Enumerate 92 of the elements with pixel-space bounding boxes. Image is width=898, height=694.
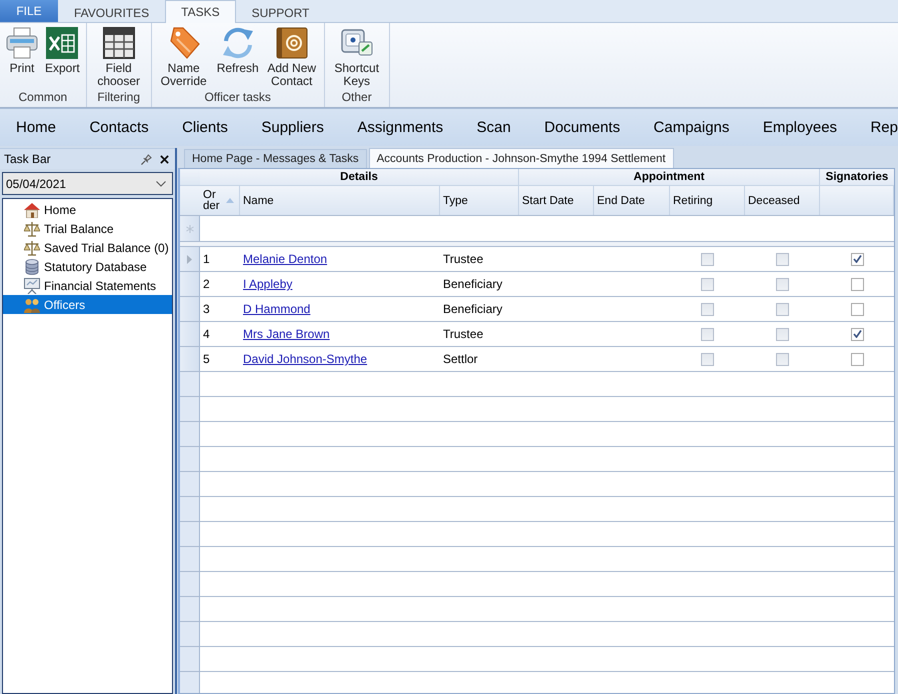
address-book-icon [276,27,308,59]
ribbon-tab[interactable]: FAVOURITES [58,1,166,23]
document-tab[interactable]: Accounts Production - Johnson-Smythe 1994 Settlement [368,148,674,168]
checkbox[interactable] [850,328,864,340]
ribbon-button[interactable]: Name Override [156,27,212,88]
ribbon-group-label: Common [18,90,68,106]
checkbox[interactable] [850,352,864,366]
nav-item[interactable]: Rep [870,119,898,136]
column-header[interactable]: Retiring [670,186,745,215]
checkbox[interactable] [850,278,864,290]
column-group-header: Appointment [519,169,820,185]
nav-item[interactable]: Employees [762,119,838,136]
column-header[interactable]: Deceased [745,186,820,215]
column-header[interactable]: End Date [594,186,670,215]
chevron-down-icon [156,180,166,186]
table-cell-text: 4 [202,326,211,343]
nav-item[interactable]: Assignments [357,119,444,136]
table-cell-text: 5 [202,351,211,368]
table-cell-text: Beneficiary [442,276,504,293]
row-header[interactable] [180,272,200,296]
ribbon-button[interactable]: Shortcut Keys [328,27,385,88]
ribbon-group-label: Officer tasks [204,90,271,106]
database-icon [24,258,40,274]
ribbon-button[interactable]: Export [43,27,82,75]
name-link[interactable]: D Hammond [243,302,310,316]
table-cell-text: 2 [202,276,211,293]
ribbon-button[interactable]: Field chooser [90,27,147,88]
nav-item[interactable]: Documents [544,119,620,136]
ribbon-group-label: Other [342,90,372,106]
table-cell-text: Trustee [442,326,484,343]
nav-item[interactable]: Campaigns [654,119,730,136]
column-group-header: Signatories [820,169,894,185]
ribbon-group-label: Filtering [97,90,140,106]
tree-item[interactable]: Financial Statements [3,276,172,295]
refresh-icon [222,27,254,59]
document-tab[interactable]: Home Page - Messages & Tasks [184,149,367,168]
column-header[interactable]: Name [240,186,440,215]
tree-item[interactable]: Trial Balance [3,219,172,238]
row-header[interactable] [180,322,200,346]
ribbon-tab[interactable]: SUPPORT [236,1,326,23]
nav-item[interactable]: Clients [182,119,228,136]
ribbon-tab[interactable]: TASKS [165,0,236,23]
table-cell-text: 3 [202,301,211,318]
scales-icon [24,220,40,236]
column-header[interactable]: Start Date [519,186,594,215]
column-header[interactable] [820,186,894,215]
tree-item[interactable]: Statutory Database [3,257,172,276]
row-header[interactable] [180,247,200,271]
sort-up-icon [226,198,234,203]
presentation-board-icon [24,278,40,294]
column-header[interactable]: Order [200,186,240,215]
tree-item[interactable]: Home [3,200,172,219]
tag-icon [168,27,200,59]
asterisk-icon [186,224,194,232]
printer-icon [6,27,38,59]
checkbox[interactable] [850,302,864,316]
nav-item[interactable]: Contacts [89,119,149,136]
name-link[interactable]: I Appleby [243,277,292,291]
ribbon-button[interactable]: Add New Contact [264,27,320,88]
name-link[interactable]: Melanie Denton [243,252,328,266]
scales-icon [24,240,40,256]
table-cell-text: Beneficiary [442,301,504,318]
panel-title: Task Bar [4,152,52,166]
name-link[interactable]: David Johnson-Smythe [243,352,368,366]
row-header[interactable] [180,347,200,371]
nav-item[interactable]: Suppliers [261,119,324,136]
checkmark-icon [852,255,862,263]
close-icon[interactable] [160,154,169,164]
ribbon-button[interactable]: Print [4,27,40,75]
row-header[interactable] [180,216,200,241]
date-dropdown[interactable]: 05/04/2021 [2,172,173,195]
table-cell-text: Trustee [442,251,484,268]
column-header[interactable]: Type [440,186,519,215]
file-menu-button[interactable]: FILE [0,0,58,22]
tree-item[interactable]: Saved Trial Balance (0) [3,238,172,257]
house-icon [24,202,40,218]
name-link[interactable]: Mrs Jane Brown [243,327,330,341]
pin-icon[interactable] [141,154,152,164]
people-icon [24,296,40,312]
checkbox[interactable] [850,252,864,266]
tree-item[interactable]: Officers [3,295,172,314]
nav-item[interactable]: Home [16,119,56,136]
row-header[interactable] [180,297,200,321]
spreadsheet-icon [46,27,78,59]
table-cell-text: Settlor [442,351,479,368]
table-icon [102,27,135,59]
nav-item[interactable]: Scan [476,119,511,136]
checkmark-icon [852,330,862,338]
table-cell-text: 1 [202,251,211,268]
column-group-header: Details [200,169,519,185]
current-row-icon [187,254,192,264]
ribbon-button[interactable]: Refresh [214,27,261,75]
